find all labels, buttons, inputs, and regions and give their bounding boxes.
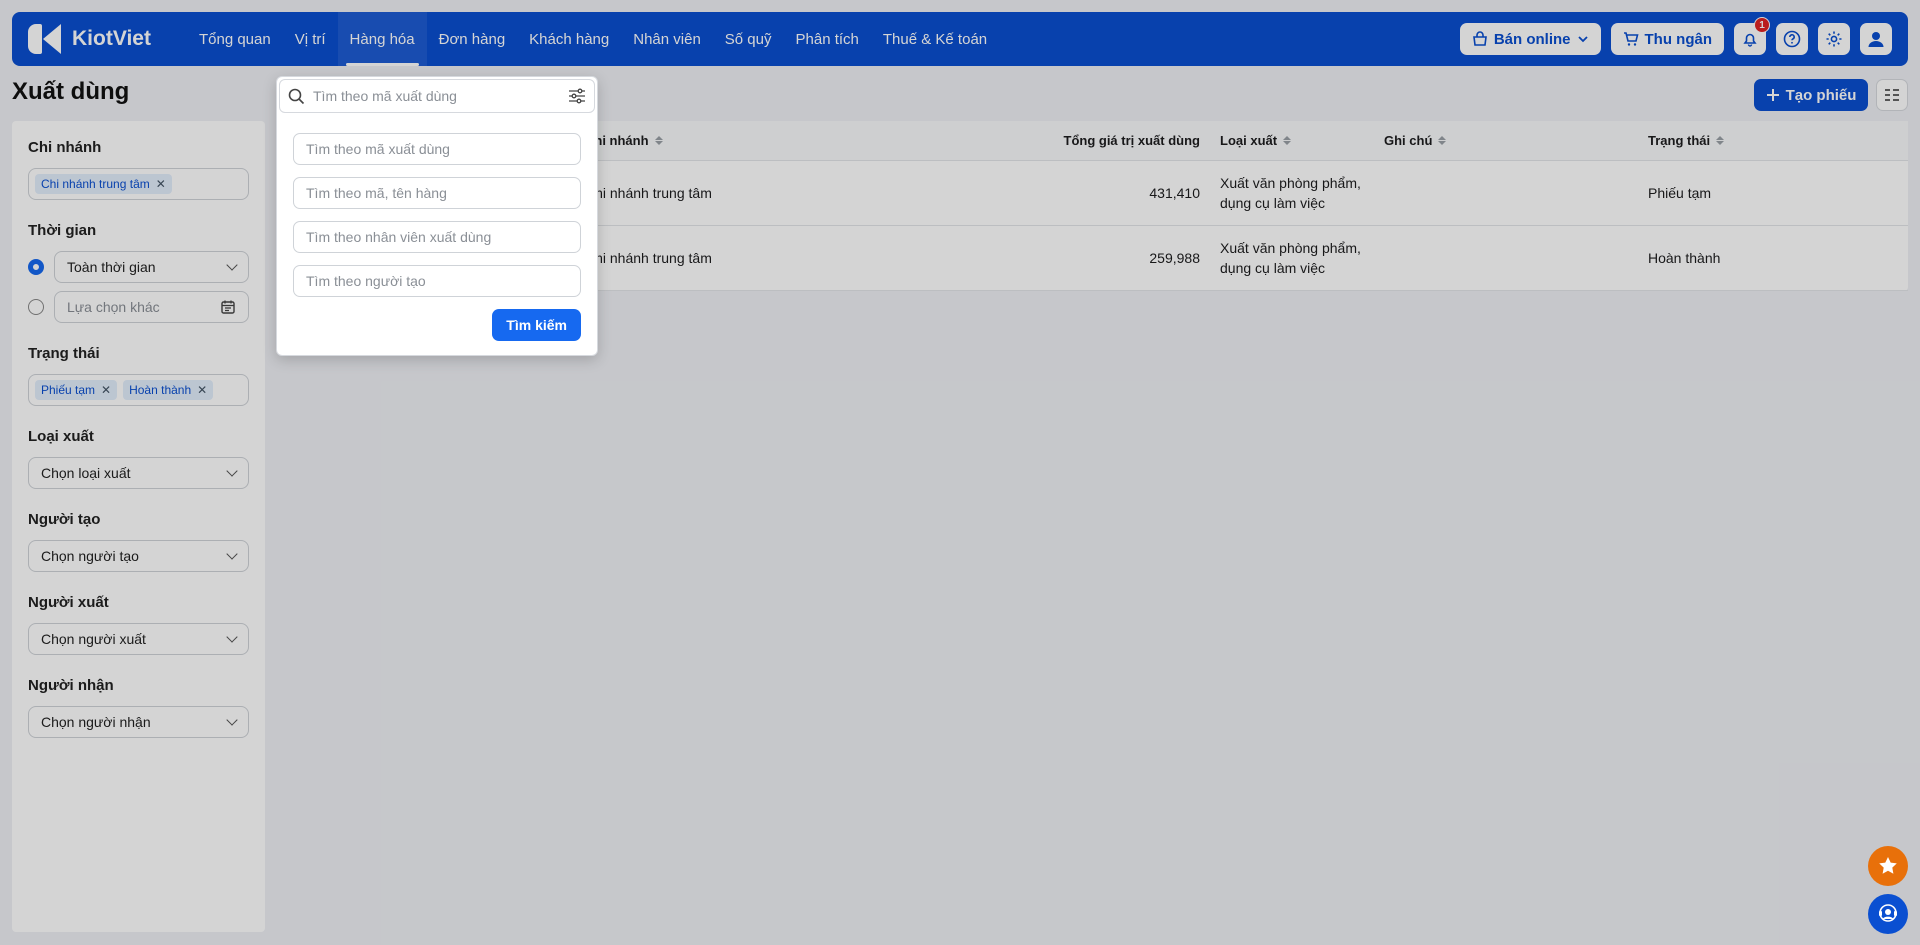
search-icon xyxy=(288,88,305,104)
support-float-button[interactable] xyxy=(1868,894,1908,934)
search-product-input[interactable] xyxy=(293,177,581,209)
search-bar[interactable]: Tìm theo mã xuất dùng xyxy=(279,79,595,113)
advanced-search-popover: Tìm theo mã xuất dùng Tìm kiếm xyxy=(276,76,598,356)
search-creator-input[interactable] xyxy=(293,265,581,297)
star-icon xyxy=(1879,857,1897,874)
support-agent-icon xyxy=(1879,904,1897,922)
filter-sliders-icon[interactable] xyxy=(568,88,586,104)
search-placeholder: Tìm theo mã xuất dùng xyxy=(313,88,457,104)
search-code-input[interactable] xyxy=(293,133,581,165)
search-staff-input[interactable] xyxy=(293,221,581,253)
favorite-float-button[interactable] xyxy=(1868,846,1908,886)
search-submit-button[interactable]: Tìm kiếm xyxy=(492,309,581,341)
